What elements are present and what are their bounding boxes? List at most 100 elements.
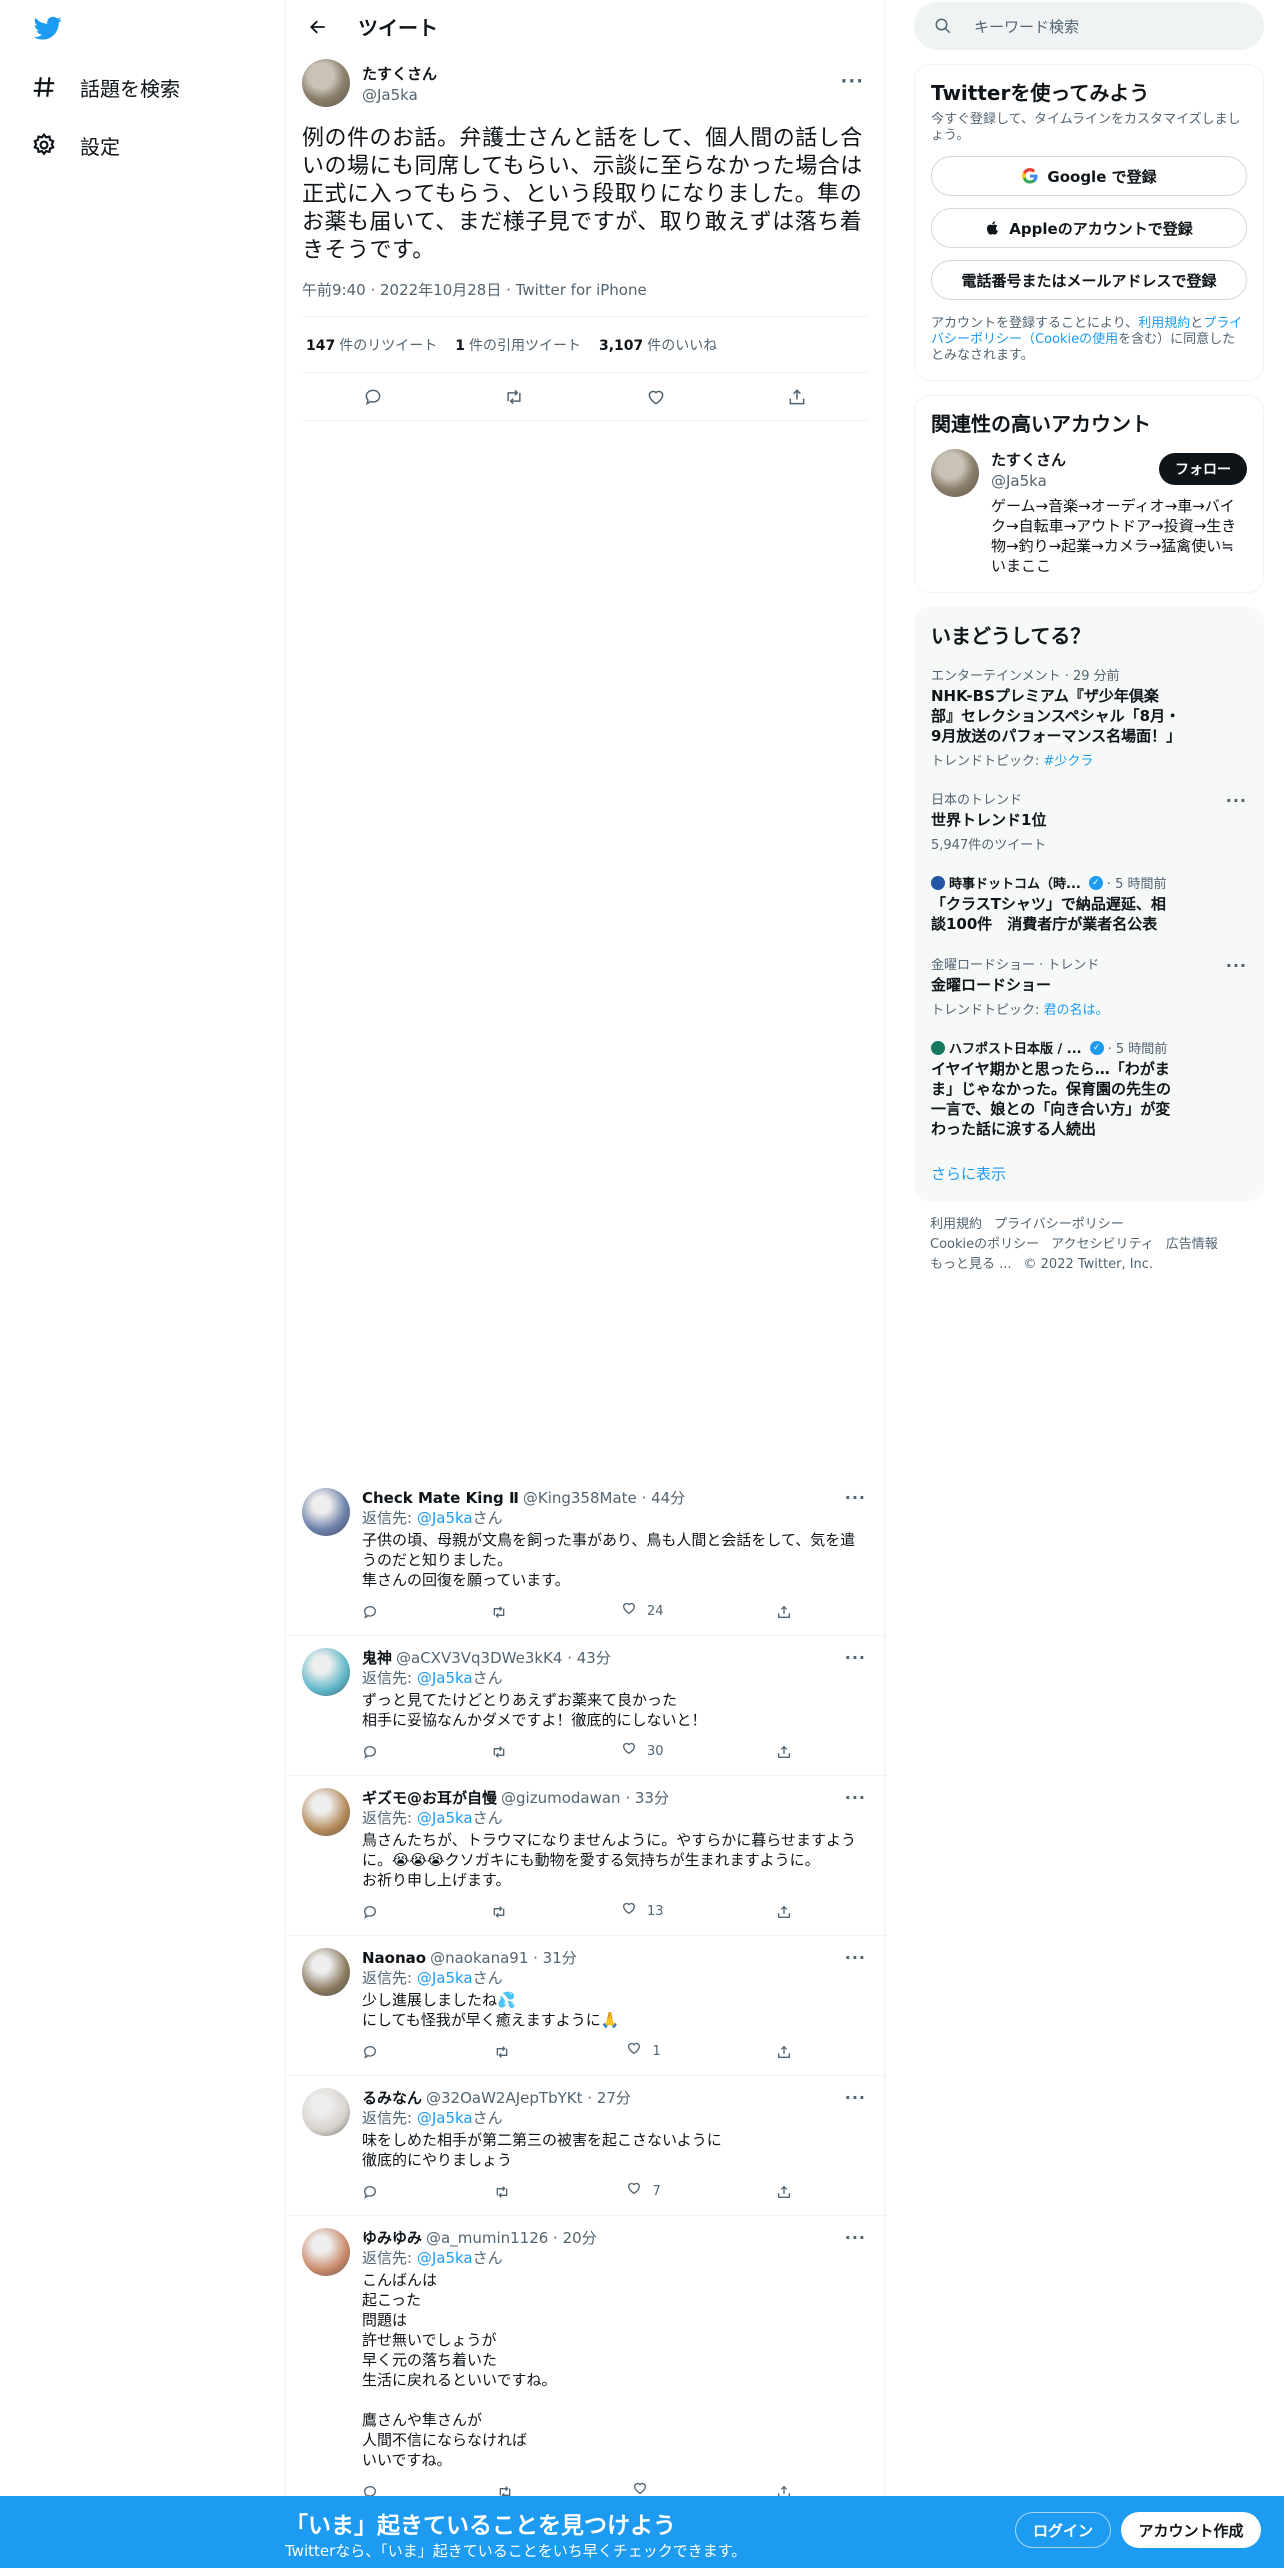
more-options-icon[interactable]: ··· [845,1788,866,1807]
reply-to-link[interactable]: @Ja5ka [417,1809,473,1827]
share-icon[interactable] [776,1600,792,1623]
back-arrow-icon[interactable] [302,11,334,43]
reply-to-link[interactable]: @Ja5ka [417,1509,473,1527]
reply-author-name[interactable]: 鬼神 [362,1648,392,1668]
trend-news-item[interactable]: ハフポスト日本版 / ... ✓ · 5 時間前 イヤイヤ期かと思ったら…「わがまま… [931,1028,1247,1149]
share-icon[interactable] [776,1900,792,1923]
like-button[interactable]: 24 [621,1600,664,1623]
more-options-icon[interactable]: ··· [1226,956,1247,975]
like-icon[interactable] [645,386,667,408]
trend-topic-link[interactable]: #少クラ [1044,754,1094,769]
share-icon[interactable] [776,2040,792,2063]
phone-email-signup-label: 電話番号またはメールアドレスで登録 [961,271,1217,290]
avatar[interactable] [302,1648,350,1696]
reply-author-name[interactable]: ギズモ@お耳が自慢 [362,1788,497,1808]
like-button[interactable]: 1 [626,2040,661,2063]
signup-button[interactable]: アカウント作成 [1121,2512,1261,2548]
retweet-count[interactable]: 147 件のリツイート [306,335,437,355]
nav-settings[interactable]: 設定 [30,125,120,165]
related-account[interactable]: たすくさん @Ja5ka ゲーム→音楽→オーディオ→車→バイク→自転車→アウトド… [931,449,1247,576]
reply-tweet[interactable]: Check Mate King Ⅱ @King358Mate · 44分 返信先: … [286,1476,886,1636]
hashtag-icon [30,73,58,101]
more-options-icon[interactable]: ··· [840,71,864,92]
footer-ads-link[interactable]: 広告情報 [1166,1237,1218,1252]
twitter-logo-icon[interactable] [32,14,64,42]
retweet-icon[interactable] [493,2180,511,2203]
footer-cookie-link[interactable]: Cookieのポリシー [930,1237,1039,1252]
reply-to-link[interactable]: @Ja5ka [417,1969,473,1987]
like-button[interactable]: 7 [626,2180,661,2203]
reply-icon[interactable] [362,1740,378,1763]
more-options-icon[interactable]: ··· [845,2088,866,2107]
more-options-icon[interactable]: ··· [845,1488,866,1507]
reply-icon[interactable] [362,2040,378,2063]
more-options-icon[interactable]: ··· [845,2228,866,2247]
trend-item[interactable]: 金曜ロードショー · トレンド 金曜ロードショー トレンドトピック: 君の名は。… [931,944,1247,1028]
phone-email-signup-button[interactable]: 電話番号またはメールアドレスで登録 [931,260,1247,300]
reply-to-link[interactable]: @Ja5ka [417,2249,473,2267]
avatar[interactable] [302,2228,350,2276]
reply-icon[interactable] [362,1900,378,1923]
tweet-timestamp[interactable]: 午前9:40 · 2022年10月28日 · Twitter for iPhon… [302,279,868,317]
like-button[interactable]: 13 [621,1900,664,1923]
like-button[interactable]: 30 [621,1740,664,1763]
show-more-link[interactable]: さらに表示 [931,1163,1247,1184]
footer-terms-link[interactable]: 利用規約 [930,1217,982,1232]
retweet-icon[interactable] [503,386,525,408]
reply-icon[interactable] [362,386,384,408]
retweet-icon[interactable] [493,2040,511,2063]
retweet-icon[interactable] [490,1740,508,1763]
retweet-icon[interactable] [490,1900,508,1923]
apple-signup-button[interactable]: Appleのアカウントで登録 [931,208,1247,248]
footer-more-link[interactable]: もっと見る ... [930,1257,1012,1272]
follow-button[interactable]: フォロー [1159,453,1247,485]
reply-tweet[interactable]: Naonao @naokana91 · 31分 返信先: @Ja5kaさん 少し進展し… [286,1936,886,2076]
reply-to-link[interactable]: @Ja5ka [417,1669,473,1687]
search-input[interactable]: キーワード検索 [914,2,1264,50]
reply-author-name[interactable]: Check Mate King Ⅱ [362,1488,519,1508]
reply-tweet[interactable]: るみなん @32OaW2AJepTbYKt · 27分 返信先: @Ja5kaさん味… [286,2076,886,2216]
more-options-icon[interactable]: ··· [845,1948,866,1967]
like-count[interactable]: 3,107 件のいいね [599,335,717,355]
reply-to: 返信先: @Ja5kaさん [362,2249,503,2267]
more-options-icon[interactable]: ··· [845,1648,866,1667]
footer-accessibility-link[interactable]: アクセシビリティ [1051,1237,1154,1252]
share-icon[interactable] [776,2180,792,2203]
author-name[interactable]: たすくさん [362,63,437,84]
reply-tweet[interactable]: ギズモ@お耳が自慢 @gizumodawan · 33分 返信先: @Ja5kaさん… [286,1776,886,1936]
footer-privacy-link[interactable]: プライバシーポリシー [994,1217,1124,1232]
reply-author-name[interactable]: ゆみゆみ [362,2228,422,2248]
avatar[interactable] [302,1488,350,1536]
like-icon [626,2180,642,2203]
share-icon[interactable] [776,1740,792,1763]
trend-item[interactable]: 日本のトレンド 世界トレンド1位 5,947件のツイート ··· [931,779,1247,863]
login-button[interactable]: ログイン [1015,2512,1111,2548]
like-icon [621,1740,637,1763]
reply-icon[interactable] [362,1600,378,1623]
terms-link[interactable]: 利用規約 [1138,316,1190,331]
trend-topic-link[interactable]: 君の名は。 [1044,1003,1109,1018]
more-options-icon[interactable]: ··· [1226,791,1247,810]
avatar[interactable] [302,59,350,107]
reply-tweet[interactable]: 鬼神 @aCXV3Vq3DWe3kK4 · 43分 返信先: @Ja5kaさん ずっと… [286,1636,886,1776]
reply-icon[interactable] [362,2180,378,2203]
author-handle[interactable]: @Ja5ka [362,86,437,104]
avatar[interactable] [302,1948,350,1996]
reply-to-link[interactable]: @Ja5ka [417,2109,473,2127]
quote-count[interactable]: 1 件の引用ツイート [455,335,581,355]
share-icon[interactable] [786,386,808,408]
avatar[interactable] [302,1788,350,1836]
avatar[interactable] [931,449,979,497]
google-signup-label: Google で登録 [1047,167,1157,186]
nav-explore[interactable]: 話題を検索 [30,67,180,107]
reply-author-name[interactable]: Naonao [362,1948,426,1968]
reply-author-name[interactable]: るみなん [362,2088,422,2108]
trend-item[interactable]: エンターテインメント · 29 分前 NHK-BSプレミアム『ザ少年倶楽部』セレ… [931,655,1247,779]
google-signup-button[interactable]: Google で登録 [931,156,1247,196]
reply-tweet[interactable]: ゆみゆみ @a_mumin1126 · 20分 返信先: @Ja5kaさん こんばんは… [286,2216,886,2516]
trend-news-item[interactable]: 時事ドットコム（時... ✓ · 5 時間前 「クラスTシャツ」で納品遅延、相談10… [931,863,1247,944]
retweet-icon[interactable] [490,1600,508,1623]
main-column: ツイート たすくさん @Ja5ka ··· 例の件のお話。弁護士さんと話をして、… [285,0,886,2568]
verified-icon: ✓ [1088,875,1103,890]
avatar[interactable] [302,2088,350,2136]
